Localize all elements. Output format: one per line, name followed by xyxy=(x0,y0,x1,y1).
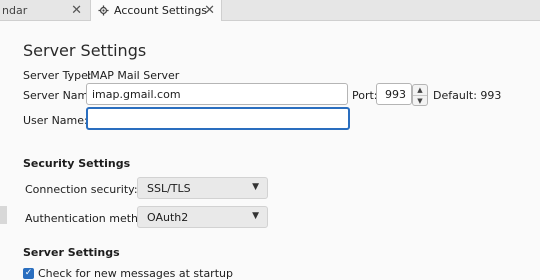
page-title: Server Settings xyxy=(23,41,147,60)
port-stepper[interactable]: ▲ ▼ xyxy=(412,84,428,106)
tab-calendar[interactable]: ndar ✕ xyxy=(0,0,88,20)
check-startup-label: Check for new messages at startup xyxy=(38,267,233,280)
security-settings-heading: Security Settings xyxy=(23,157,131,170)
tab-label: Account Settings xyxy=(114,4,208,17)
authentication-method-value: OAuth2 xyxy=(147,210,189,224)
port-default-label: Default: 993 xyxy=(433,89,502,102)
user-name-label: User Name: xyxy=(23,114,88,127)
port-value: 993 xyxy=(385,87,406,101)
tab-label: ndar xyxy=(2,3,28,17)
connection-security-value: SSL/TLS xyxy=(147,181,191,195)
authentication-method-label: Authentication method: xyxy=(25,212,156,225)
connection-security-select[interactable]: SSL/TLS ▼ xyxy=(137,177,268,199)
chevron-down-icon[interactable]: ▼ xyxy=(413,95,427,106)
server-name-field[interactable]: imap.gmail.com xyxy=(86,83,348,105)
server-type-label: Server Type: xyxy=(23,69,92,82)
tab-account-settings[interactable]: Account Settings ✕ xyxy=(90,0,222,21)
scrollbar-handle[interactable] xyxy=(0,206,7,224)
server-settings-heading: Server Settings xyxy=(23,246,120,259)
close-icon[interactable]: ✕ xyxy=(204,3,215,18)
gear-icon xyxy=(98,5,109,16)
port-field[interactable]: 993 xyxy=(376,83,412,105)
user-name-field[interactable] xyxy=(86,107,350,130)
chevron-up-icon[interactable]: ▲ xyxy=(413,85,427,95)
server-type-value: IMAP Mail Server xyxy=(87,69,180,82)
close-icon[interactable]: ✕ xyxy=(71,3,82,18)
connection-security-label: Connection security: xyxy=(25,183,138,196)
check-startup-checkbox[interactable]: ✓ xyxy=(23,268,34,279)
chevron-down-icon: ▼ xyxy=(252,211,259,221)
chevron-down-icon: ▼ xyxy=(252,182,259,192)
authentication-method-select[interactable]: OAuth2 ▼ xyxy=(137,206,268,228)
tab-strip: ndar ✕ Account Settings ✕ xyxy=(0,0,540,21)
port-label: Port: xyxy=(352,89,378,102)
server-name-value: imap.gmail.com xyxy=(92,87,181,101)
